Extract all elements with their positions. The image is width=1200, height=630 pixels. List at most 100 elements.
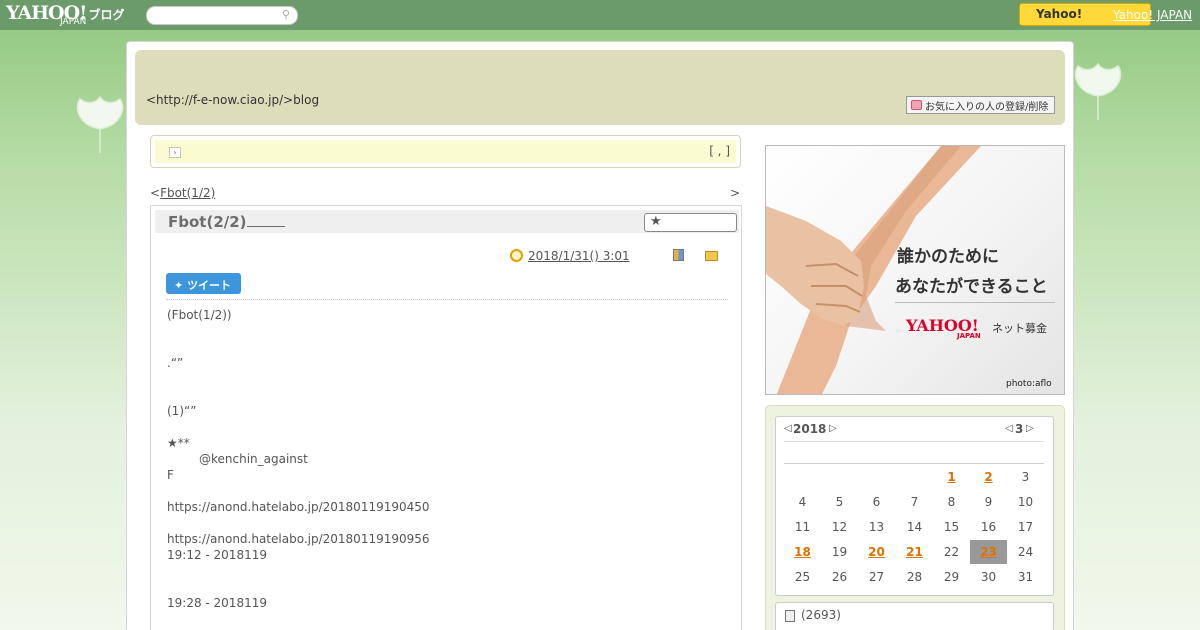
calendar-day: 6: [872, 495, 881, 509]
article-title-bar: Fbot(2/2) ★: [155, 210, 739, 233]
ad-headline-line2: あなたができること: [895, 277, 1048, 297]
calendar-day: 7: [910, 495, 919, 509]
star-button[interactable]: ★: [644, 213, 737, 232]
calendar-day: 13: [868, 520, 885, 534]
blog-title[interactable]: <http://f-e-now.ciao.jp/>blog: [146, 93, 319, 107]
next-post-link[interactable]: [700, 185, 730, 197]
ad-divider: [895, 302, 1055, 303]
body-line: (1)“”: [167, 404, 197, 418]
calendar: ◁ 2018 ▷ ◁ 3 ▷ 1 2 3 4 5 6 7 8 9 10 11 12 13 14 15 16 17…: [775, 416, 1054, 596]
ad-headline-line1: 誰かのために: [897, 247, 999, 267]
notice-inner: › [ , ]: [155, 140, 736, 163]
calendar-day[interactable]: 1: [933, 465, 970, 489]
calendar-day: 19: [831, 545, 848, 559]
twitter-bird-icon: ✦: [174, 279, 184, 292]
yahoo-blog-logo[interactable]: YAHOO! ブログ JAPAN: [6, 2, 125, 27]
prev-post-nav[interactable]: <Fbot(1/2): [150, 185, 243, 200]
calendar-day: 3: [1021, 470, 1030, 484]
post-title-spacer[interactable]: [246, 213, 285, 227]
body-line: F: [167, 468, 174, 482]
post-title[interactable]: Fbot(2/2): [168, 213, 285, 231]
body-line[interactable]: https://anond.hatelabo.jp/20180119190450: [167, 500, 430, 514]
body-line: @kenchin_against: [199, 452, 308, 466]
calendar-day: 5: [835, 495, 844, 509]
favorite-register-label: お気に入りの人の登録/削除: [925, 102, 1049, 113]
calendar-day: 11: [794, 520, 811, 534]
notice-text: [ , ]: [709, 144, 730, 158]
calendar-day: 12: [831, 520, 848, 534]
search-icon[interactable]: ⚲: [282, 8, 290, 21]
calendar-day: 8: [947, 495, 956, 509]
search-input[interactable]: ⚲: [146, 6, 298, 25]
tweet-label: ツイート: [187, 279, 232, 292]
calendar-day: 29: [943, 570, 960, 584]
divider: [166, 299, 728, 300]
calendar-day: 25: [794, 570, 811, 584]
next-month-arrow-icon[interactable]: ▷: [1026, 423, 1034, 434]
post-count-box: (2693): [775, 602, 1054, 630]
calendar-year: 2018: [793, 422, 827, 436]
handshake-image: [766, 146, 981, 394]
calendar-day: 22: [943, 545, 960, 559]
calendar-day: 16: [980, 520, 997, 534]
calendar-day: 30: [980, 570, 997, 584]
body-line: 19:28 - 2018119: [167, 596, 267, 610]
ginkgo-leaf-icon: [76, 95, 124, 153]
calendar-day: 15: [943, 520, 960, 534]
tweet-button[interactable]: ✦ ツイート: [166, 273, 241, 294]
calendar-day: 24: [1017, 545, 1034, 559]
body-line: ★**: [167, 436, 190, 450]
body-link[interactable]: https://anond.hatelabo.jp/20180119190956: [167, 532, 430, 546]
body-line[interactable]: https://anond.hatelabo.jp/20180119190956: [167, 532, 430, 546]
body-line: .“”: [167, 356, 184, 370]
calendar-day: 9: [984, 495, 993, 509]
next-arrow: >: [730, 186, 741, 200]
calendar-day: 17: [1017, 520, 1034, 534]
prev-month-arrow-icon[interactable]: ◁: [1005, 423, 1013, 434]
prev-post-link-spacer[interactable]: [215, 185, 243, 197]
ad-donate-text: ネット募金: [992, 322, 1047, 335]
notice-box: › [ , ]: [150, 135, 741, 168]
ad-banner[interactable]: 誰かのために あなたができること YAHOO! JAPAN ネット募金 phot…: [765, 145, 1065, 395]
body-link[interactable]: https://anond.hatelabo.jp/20180119190450: [167, 500, 430, 514]
calendar-day[interactable]: 18: [784, 540, 821, 564]
prev-year-arrow-icon[interactable]: ◁: [784, 423, 792, 434]
yahoo-japan-link[interactable]: Yahoo! JAPAN: [1113, 8, 1192, 22]
calendar-day[interactable]: 20: [858, 540, 895, 564]
next-year-arrow-icon[interactable]: ▷: [829, 423, 837, 434]
calendar-month: 3: [1015, 422, 1024, 436]
ad-yahoo-japan-text: JAPAN: [957, 332, 981, 340]
prev-arrow: <: [150, 186, 161, 200]
body-line: (Fbot(1/2)): [167, 308, 232, 322]
ginkgo-leaf-icon: [1074, 62, 1122, 120]
book-icon[interactable]: [673, 249, 684, 261]
calendar-day: 28: [906, 570, 923, 584]
calendar-day: 31: [1017, 570, 1034, 584]
ad-photo-credit: photo:aflo: [1006, 379, 1052, 389]
logo-blog-text: ブログ: [88, 8, 125, 22]
calendar-day: 10: [1017, 495, 1034, 509]
article: Fbot(2/2) ★ 2018/1/31() 3:01 ✦ ツイート (Fbo…: [150, 205, 742, 630]
favorite-register-button[interactable]: お気に入りの人の登録/削除: [906, 96, 1055, 114]
next-post-nav[interactable]: >: [700, 185, 740, 200]
calendar-day: 14: [906, 520, 923, 534]
calendar-day[interactable]: 21: [896, 540, 933, 564]
heart-icon: [911, 100, 922, 110]
post-date-text: 2018/1/31() 3:01: [528, 249, 630, 263]
post-date[interactable]: 2018/1/31() 3:01: [528, 249, 652, 263]
clock-icon: [510, 249, 523, 262]
calendar-rule: [784, 441, 1044, 442]
calendar-day: 4: [798, 495, 807, 509]
post-title-link[interactable]: Fbot(2/2): [168, 213, 247, 231]
document-icon: [785, 610, 795, 622]
calendar-day-today[interactable]: 23: [970, 540, 1007, 564]
calendar-day: 26: [831, 570, 848, 584]
logo-japan-text: JAPAN: [60, 17, 87, 27]
folder-icon[interactable]: [705, 251, 718, 261]
top-bar: YAHOO! ブログ JAPAN ⚲ Yahoo! Yahoo! JAPAN: [0, 0, 1200, 30]
notice-arrow-icon: ›: [169, 147, 181, 158]
body-line: 19:12 - 2018119: [167, 548, 267, 562]
calendar-day: 27: [868, 570, 885, 584]
calendar-day[interactable]: 2: [970, 465, 1007, 489]
prev-post-link[interactable]: Fbot(1/2): [160, 186, 215, 200]
